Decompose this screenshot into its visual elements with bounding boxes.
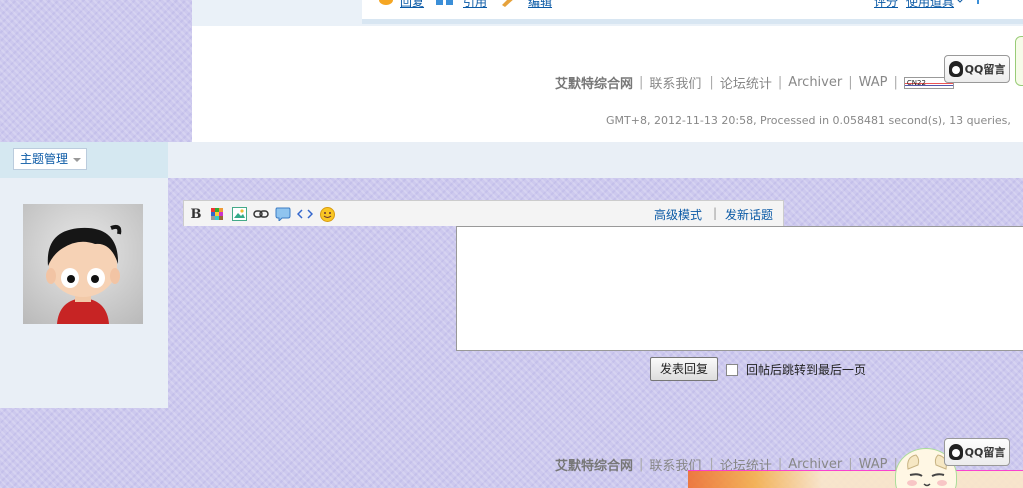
qq-penguin-icon xyxy=(948,61,963,77)
smiley-icon[interactable] xyxy=(319,206,335,222)
quote-icon[interactable] xyxy=(436,0,453,7)
qq-message-button[interactable]: QQ留言 xyxy=(944,55,1010,83)
reply-textarea[interactable] xyxy=(456,226,1023,351)
jump-to-last-page-label: 回帖后跳转到最后一页 xyxy=(746,363,867,377)
reply-icon[interactable] xyxy=(378,0,394,7)
footer-brand-link[interactable]: 艾默特综合网 xyxy=(555,455,633,474)
image-icon[interactable] xyxy=(231,206,247,222)
post-actions-bar: 回复 引用 编辑 评分 使用道具 xyxy=(362,0,1023,19)
footer-link-wap[interactable]: WAP xyxy=(859,75,888,90)
thread-manage-bar xyxy=(168,142,1023,178)
decorative-banner xyxy=(688,470,1023,488)
footer-panel: 艾默特综合网 | 联系我们 | 论坛统计 | Archiver | WAP | … xyxy=(192,26,1023,142)
advanced-mode-link[interactable]: 高级模式 xyxy=(654,206,702,223)
post-actions-underline xyxy=(362,19,1023,24)
footer-brand-link[interactable]: 艾默特综合网 xyxy=(555,73,633,92)
separator: | xyxy=(639,457,644,472)
footer-link-contact[interactable]: 联系我们 xyxy=(649,73,701,92)
server-time-info: GMT+8, 2012-11-13 20:58, Processed in 0.… xyxy=(606,114,1011,127)
edit-link[interactable]: 编辑 xyxy=(528,0,552,9)
separator: | xyxy=(848,75,853,90)
thread-manage-dropdown[interactable]: 主题管理 xyxy=(13,148,88,170)
author-column xyxy=(0,178,168,408)
thread-manage-label: 主题管理 xyxy=(20,152,69,166)
rate-link[interactable]: 评分 xyxy=(874,0,898,9)
reply-link[interactable]: 回复 xyxy=(400,0,424,9)
chevron-down-icon xyxy=(73,158,82,162)
divider xyxy=(976,0,980,7)
separator: | xyxy=(777,75,783,90)
quote-bubble-icon[interactable] xyxy=(275,206,291,222)
qq-message-label: QQ留言 xyxy=(964,63,1006,76)
side-widget xyxy=(1015,36,1023,86)
edit-icon[interactable] xyxy=(500,0,516,7)
qq-message-button[interactable]: QQ留言 xyxy=(944,438,1010,466)
link-icon[interactable] xyxy=(253,206,269,222)
bold-button[interactable]: B xyxy=(188,206,204,222)
separator: | xyxy=(893,75,898,90)
new-topic-link[interactable]: 发新话题 xyxy=(725,206,773,223)
submit-reply-button[interactable]: 发表回复 xyxy=(650,357,718,381)
footer-link-stats[interactable]: 论坛统计 xyxy=(720,73,772,92)
thread-manage-cell: 主题管理 xyxy=(0,142,168,178)
chevron-down-icon[interactable] xyxy=(956,0,964,7)
quote-link[interactable]: 引用 xyxy=(463,0,487,9)
separator: | xyxy=(713,206,718,220)
tools-menu[interactable]: 使用道具 xyxy=(906,0,954,9)
code-icon[interactable] xyxy=(297,206,313,222)
qq-message-label: QQ留言 xyxy=(964,446,1006,459)
footer-links: 艾默特综合网 | 联系我们 | 论坛统计 | Archiver | WAP | … xyxy=(555,73,954,92)
color-icon[interactable] xyxy=(209,206,225,222)
footer-link-archiver[interactable]: Archiver xyxy=(788,75,842,90)
separator: | xyxy=(709,75,714,90)
avatar[interactable] xyxy=(23,204,143,324)
separator: | xyxy=(639,75,644,90)
qq-penguin-icon xyxy=(948,444,963,460)
editor-toolbar: B 高级模式 | 发新话题 xyxy=(183,200,784,226)
jump-to-last-page-checkbox[interactable] xyxy=(726,364,738,376)
